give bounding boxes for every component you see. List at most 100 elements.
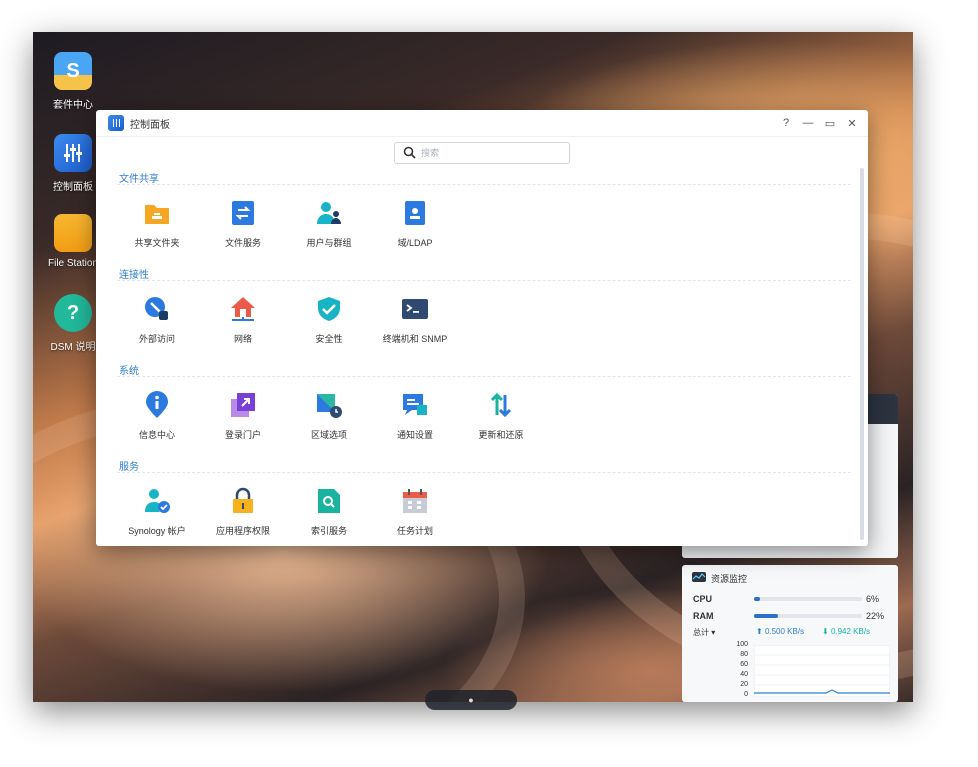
tile-domain-ldap[interactable]: 域/LDAP bbox=[375, 199, 455, 249]
section-divider bbox=[117, 376, 851, 377]
tile-label: 通知设置 bbox=[396, 430, 433, 440]
cpu-bar-fill bbox=[754, 597, 761, 601]
control-panel-app-icon bbox=[108, 115, 124, 131]
package-center-icon: S bbox=[54, 52, 92, 90]
upload-value: 0.500 KB/s bbox=[764, 627, 805, 636]
chart-y-ticks: 100 80 60 40 20 0 bbox=[728, 640, 748, 700]
section-divider bbox=[117, 280, 851, 281]
tile-network[interactable]: 网络 bbox=[203, 295, 283, 345]
section-title-file-sharing: 文件共享 bbox=[119, 174, 159, 185]
y-tick: 20 bbox=[740, 681, 748, 688]
tile-label: 信息中心 bbox=[138, 430, 175, 440]
network-icon bbox=[229, 295, 257, 323]
y-tick: 60 bbox=[740, 661, 748, 668]
terminal-icon bbox=[401, 295, 429, 323]
search-input[interactable] bbox=[419, 147, 563, 159]
resource-monitor-widget: 资源监控 CPU 6% RAM 22% 总计 ▾ ⬆ 0.500 KB/s ⬇ … bbox=[682, 565, 898, 702]
tile-label: 更新和还原 bbox=[478, 430, 524, 440]
tile-label: 外部访问 bbox=[138, 334, 175, 344]
resource-monitor-title: 资源监控 bbox=[711, 574, 748, 584]
tile-users-groups[interactable]: 用户与群组 bbox=[289, 199, 369, 249]
download-value: 0.942 KB/s bbox=[830, 627, 871, 636]
notification-icon bbox=[401, 391, 429, 419]
tile-label: 应用程序权限 bbox=[215, 526, 270, 536]
tile-label: 共享文件夹 bbox=[134, 238, 180, 248]
control-panel-window: 控制面板 ? — ▭ ✕ 文件共享 共享文件夹 文件服务 用户与群组 bbox=[96, 110, 868, 546]
minimize-button[interactable]: — bbox=[800, 115, 816, 131]
close-button[interactable]: ✕ bbox=[844, 115, 860, 131]
window-titlebar[interactable]: 控制面板 ? — ▭ ✕ bbox=[96, 110, 868, 137]
search-box[interactable] bbox=[394, 142, 570, 164]
indexing-service-icon bbox=[315, 487, 343, 515]
help-button[interactable]: ? bbox=[778, 115, 794, 131]
y-tick: 0 bbox=[744, 691, 748, 698]
ram-bar bbox=[754, 614, 862, 618]
tile-task-scheduler[interactable]: 任务计划 bbox=[375, 487, 455, 537]
tile-security[interactable]: 安全性 bbox=[289, 295, 369, 345]
section-title-connectivity: 连接性 bbox=[119, 270, 149, 281]
file-services-icon bbox=[229, 199, 257, 227]
download-arrow-icon: ⬇ bbox=[822, 627, 829, 636]
app-privileges-icon bbox=[229, 487, 257, 515]
y-tick: 100 bbox=[736, 641, 748, 648]
tile-file-services[interactable]: 文件服务 bbox=[203, 199, 283, 249]
tile-shared-folder[interactable]: 共享文件夹 bbox=[117, 199, 197, 249]
folder-icon bbox=[54, 214, 92, 252]
tile-info-center[interactable]: 信息中心 bbox=[117, 391, 197, 441]
login-portal-icon bbox=[229, 391, 257, 419]
tile-regional-options[interactable]: 区域选项 bbox=[289, 391, 369, 441]
section-title-services: 服务 bbox=[119, 462, 139, 473]
tile-label: 网络 bbox=[233, 334, 252, 344]
tile-synology-account[interactable]: Synology 帐户 bbox=[117, 487, 197, 537]
window-scrollbar[interactable] bbox=[860, 168, 864, 540]
external-access-icon bbox=[143, 295, 171, 323]
info-center-icon bbox=[143, 391, 171, 419]
upload-rate: ⬆ 0.500 KB/s bbox=[756, 627, 804, 636]
resource-monitor-icon bbox=[692, 572, 706, 582]
tile-notification[interactable]: 通知设置 bbox=[375, 391, 455, 441]
bottom-dock-pill[interactable]: ● bbox=[425, 690, 517, 710]
ram-label: RAM bbox=[693, 611, 714, 621]
tile-label: 用户与群组 bbox=[306, 238, 352, 248]
tile-indexing-service[interactable]: 索引服务 bbox=[289, 487, 369, 537]
tile-login-portal[interactable]: 登录门户 bbox=[203, 391, 283, 441]
tile-label: 域/LDAP bbox=[397, 238, 433, 248]
security-shield-icon bbox=[315, 295, 343, 323]
download-rate: ⬇ 0.942 KB/s bbox=[822, 627, 870, 636]
cpu-value: 6% bbox=[866, 594, 880, 604]
tile-external-access[interactable]: 外部访问 bbox=[117, 295, 197, 345]
window-title: 控制面板 bbox=[130, 119, 170, 131]
control-panel-icon bbox=[54, 134, 92, 172]
section-title-system: 系统 bbox=[119, 366, 139, 377]
maximize-button[interactable]: ▭ bbox=[822, 115, 838, 131]
users-groups-icon bbox=[315, 199, 343, 227]
regional-options-icon bbox=[315, 391, 343, 419]
domain-ldap-icon bbox=[401, 199, 429, 227]
tile-label: 索引服务 bbox=[310, 526, 347, 536]
search-icon bbox=[403, 146, 416, 159]
section-divider bbox=[117, 472, 851, 473]
tile-label: 文件服务 bbox=[224, 238, 261, 248]
tile-label: 终端机和 SNMP bbox=[382, 334, 448, 344]
total-dropdown[interactable]: 总计 ▾ bbox=[693, 627, 715, 638]
ram-value: 22% bbox=[866, 611, 885, 621]
ram-bar-fill bbox=[754, 614, 778, 618]
upload-arrow-icon: ⬆ bbox=[756, 627, 763, 636]
desktop-icon-package-center[interactable]: S 套件中心 bbox=[33, 52, 113, 111]
desktop-icon-label: 套件中心 bbox=[53, 100, 93, 111]
tile-terminal-snmp[interactable]: 终端机和 SNMP bbox=[375, 295, 455, 345]
section-divider bbox=[117, 184, 851, 185]
tile-app-privileges[interactable]: 应用程序权限 bbox=[203, 487, 283, 537]
y-tick: 40 bbox=[740, 671, 748, 678]
y-tick: 80 bbox=[740, 651, 748, 658]
dock-icon: ● bbox=[468, 695, 474, 705]
cpu-label: CPU bbox=[693, 594, 713, 604]
cpu-bar bbox=[754, 597, 862, 601]
tile-update-restore[interactable]: 更新和还原 bbox=[461, 391, 541, 441]
tile-label: Synology 帐户 bbox=[128, 526, 186, 536]
tile-label: 登录门户 bbox=[224, 430, 261, 440]
network-traffic-chart bbox=[754, 645, 890, 697]
update-restore-icon bbox=[487, 391, 515, 419]
help-question-icon: ? bbox=[54, 294, 92, 332]
task-scheduler-icon bbox=[401, 487, 429, 515]
